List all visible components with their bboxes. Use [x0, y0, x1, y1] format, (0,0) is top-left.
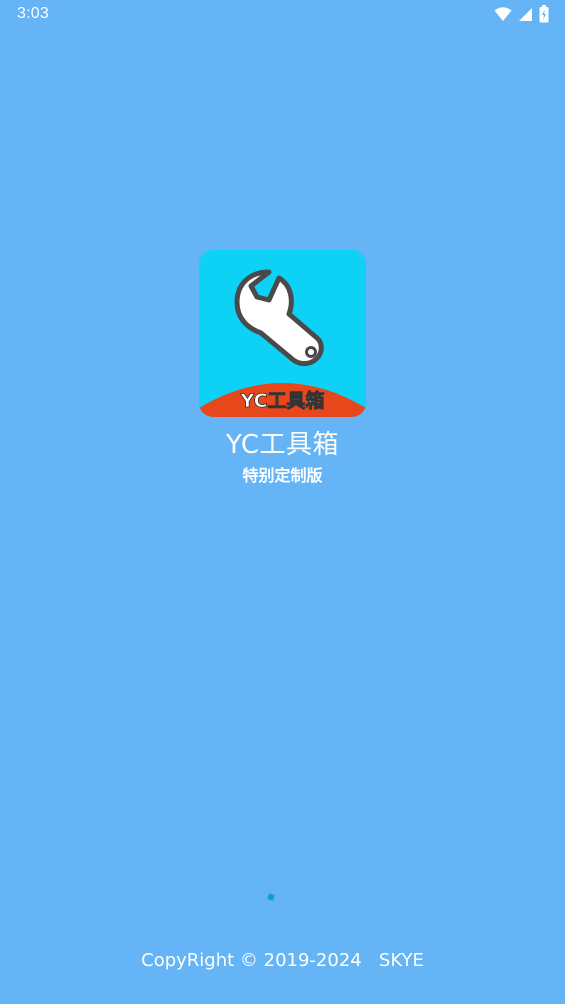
logo-text: YC工具箱: [239, 389, 324, 412]
copyright-text: CopyRight © 2019-2024 SKYE: [141, 950, 424, 971]
status-time: 3:03: [17, 5, 49, 22]
battery-icon: [539, 5, 549, 23]
status-bar: 3:03: [0, 0, 565, 32]
app-name: YC工具箱: [225, 430, 340, 460]
signal-icon: [518, 7, 533, 22]
status-icons: [494, 5, 549, 23]
app-edition: 特别定制版: [242, 466, 323, 485]
wifi-icon: [494, 6, 512, 22]
loading-indicator: [267, 893, 275, 901]
app-logo: YC工具箱: [199, 250, 366, 417]
